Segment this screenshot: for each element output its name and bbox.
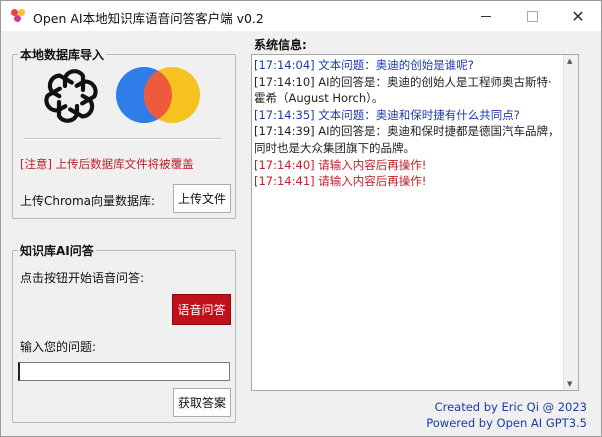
maximize-button[interactable] <box>509 1 555 31</box>
scroll-up-icon[interactable]: ▲ <box>567 57 572 65</box>
qa-group: 知识库AI问答 点击按钮开始语音问答: 语音问答 输入您的问题: 获取答案 <box>12 242 236 423</box>
minimize-icon <box>481 15 491 17</box>
get-answer-button[interactable]: 获取答案 <box>173 388 231 417</box>
qa-group-title: 知识库AI问答 <box>18 242 96 259</box>
close-icon: ✕ <box>571 6 585 26</box>
maximize-icon <box>526 10 538 22</box>
openai-logo-icon <box>43 69 99 124</box>
question-input[interactable] <box>18 362 230 381</box>
title-bar: Open AI本地知识库语音问答客户端 v0.2 ✕ <box>1 1 601 31</box>
question-label: 输入您的问题: <box>20 340 97 354</box>
import-group: 本地数据库导入 [注意] 上传后数据库文件将被覆盖 上传Chroma向量数据库:… <box>12 46 236 219</box>
voice-qa-button[interactable]: 语音问答 <box>172 294 231 325</box>
overwrite-warning: [注意] 上传后数据库文件将被覆盖 <box>20 157 194 171</box>
import-group-title: 本地数据库导入 <box>18 46 107 63</box>
close-button[interactable]: ✕ <box>555 1 601 31</box>
system-log[interactable]: [17:14:04] 文本问题：奥迪的创始是谁呢? [17:14:10] AI的… <box>251 54 579 391</box>
created-by-text: Created by Eric Qi @ 2023 <box>434 400 587 414</box>
system-info-title: 系统信息: <box>254 38 307 52</box>
log-line: [17:14:04] 文本问题：奥迪的创始是谁呢? <box>254 58 474 72</box>
powered-by-text: Powered by Open AI GPT3.5 <box>426 416 587 430</box>
app-logo-icon <box>11 9 25 23</box>
log-line: [17:14:41] 请输入内容后再操作! <box>254 174 427 189</box>
venn-logo-icon <box>116 67 200 123</box>
voice-hint-label: 点击按钮开始语音问答: <box>20 271 145 285</box>
upload-file-button[interactable]: 上传文件 <box>173 184 231 213</box>
log-line: [17:14:40] 请输入内容后再操作! <box>254 157 427 172</box>
app-window: Open AI本地知识库语音问答客户端 v0.2 ✕ 本地数据库导入 [注意] … <box>0 0 602 437</box>
upload-label: 上传Chroma向量数据库: <box>20 194 156 208</box>
log-scrollbar[interactable]: ▲ ▼ <box>563 55 578 390</box>
scroll-down-icon[interactable]: ▼ <box>567 380 572 388</box>
divider <box>24 138 222 140</box>
log-line: [17:14:35] 文本问题：奥迪和保时捷有什么共同点? <box>254 107 520 122</box>
window-title: Open AI本地知识库语音问答客户端 v0.2 <box>33 11 264 26</box>
minimize-button[interactable] <box>463 1 509 31</box>
log-line: [17:14:39] AI的回答是：奥迪和保时捷都是德国汽车品牌，同时也是大众集… <box>254 124 560 155</box>
log-line: [17:14:10] AI的回答是：奥迪的创始人是工程师奥古斯特·霍希（Augu… <box>254 74 552 106</box>
